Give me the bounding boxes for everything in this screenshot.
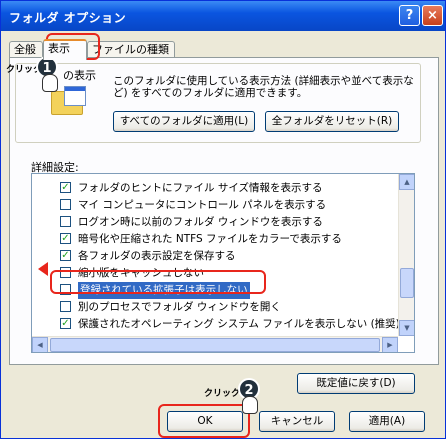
list-item[interactable]: ✓ 各フォルダの表示設定を保存する	[32, 248, 392, 265]
checkbox[interactable]	[60, 216, 71, 227]
list-item[interactable]: 別のプロセスでフォルダ ウィンドウを開く	[32, 299, 392, 316]
window-title: フォルダ オプション	[9, 11, 127, 25]
folder-options-window: フォルダ オプション ? × 全般 表示 ファイルの種類 の表示 このフォルダに…	[0, 0, 446, 439]
checkbox[interactable]: ✓	[60, 250, 71, 261]
checkbox[interactable]: ✓	[60, 318, 71, 329]
list-item[interactable]: マイ コンピュータにコントロール パネルを表示する	[32, 197, 392, 214]
folder-views-icon	[51, 86, 86, 115]
checkbox[interactable]: ✓	[60, 233, 71, 244]
horizontal-scroll-thumb[interactable]	[50, 338, 380, 352]
cancel-button[interactable]: キャンセル	[259, 411, 335, 432]
list-item[interactable]: ✓ 暗号化や圧縮された NTFS ファイルをカラーで表示する	[32, 231, 392, 248]
pointing-hand-icon	[242, 396, 258, 414]
vertical-scrollbar[interactable]: ▲ ▼	[398, 174, 414, 336]
scroll-up-icon[interactable]: ▲	[399, 174, 414, 190]
pointing-hand-icon	[42, 74, 58, 92]
list-item-label: 保護されたオペレーティング システム ファイルを表示しない (推奨)	[78, 318, 400, 330]
list-item-label: マイ コンピュータにコントロール パネルを表示する	[78, 199, 327, 211]
vertical-scroll-thumb[interactable]	[400, 268, 414, 298]
pointer-arrow-icon	[38, 262, 48, 276]
reset-all-folders-button[interactable]: 全フォルダをリセット(R)	[265, 111, 399, 132]
click-callout-label: クリック	[204, 389, 241, 399]
folder-views-description: このフォルダに使用している表示方法 (詳細表示や並べて表示など) をすべてのフォ…	[113, 75, 414, 99]
list-item[interactable]: ✓ 保護されたオペレーティング システム ファイルを表示しない (推奨)	[32, 316, 400, 333]
restore-defaults-button[interactable]: 既定値に戻す(D)	[297, 373, 415, 394]
tab-view[interactable]: 表示	[43, 39, 87, 60]
close-button[interactable]: ×	[422, 5, 443, 26]
title-bar: フォルダ オプション ? ×	[1, 1, 445, 31]
list-item[interactable]: ログオン時に以前のフォルダ ウィンドウを表示する	[32, 214, 392, 231]
scroll-right-icon[interactable]: ▶	[382, 337, 398, 352]
checkbox[interactable]	[60, 301, 71, 312]
list-item-label: 各フォルダの表示設定を保存する	[78, 250, 236, 262]
checkbox[interactable]: ✓	[60, 182, 71, 193]
apply-button[interactable]: 適用(A)	[349, 411, 425, 432]
scroll-down-icon[interactable]: ▼	[399, 320, 414, 336]
option-highlight-outline	[50, 270, 266, 294]
list-item-label: 暗号化や圧縮された NTFS ファイルをカラーで表示する	[78, 233, 342, 245]
apply-to-all-folders-button[interactable]: すべてのフォルダに適用(L)	[113, 111, 255, 132]
checkbox[interactable]	[60, 199, 71, 210]
ok-highlight-outline	[158, 404, 250, 438]
list-item-label: 別のプロセスでフォルダ ウィンドウを開く	[78, 301, 281, 313]
list-item-label: ログオン時に以前のフォルダ ウィンドウを表示する	[78, 216, 323, 228]
advanced-settings-list[interactable]: ✓ フォルダのヒントにファイル サイズ情報を表示する マイ コンピュータにコント…	[31, 173, 415, 353]
list-item-label: フォルダのヒントにファイル サイズ情報を表示する	[78, 182, 323, 194]
list-item[interactable]: ✓ フォルダのヒントにファイル サイズ情報を表示する	[32, 180, 392, 197]
scroll-left-icon[interactable]: ◀	[32, 337, 48, 352]
help-button[interactable]: ?	[399, 5, 420, 26]
horizontal-scrollbar[interactable]: ◀ ▶	[32, 336, 398, 352]
folder-views-heading: の表示	[61, 67, 98, 83]
